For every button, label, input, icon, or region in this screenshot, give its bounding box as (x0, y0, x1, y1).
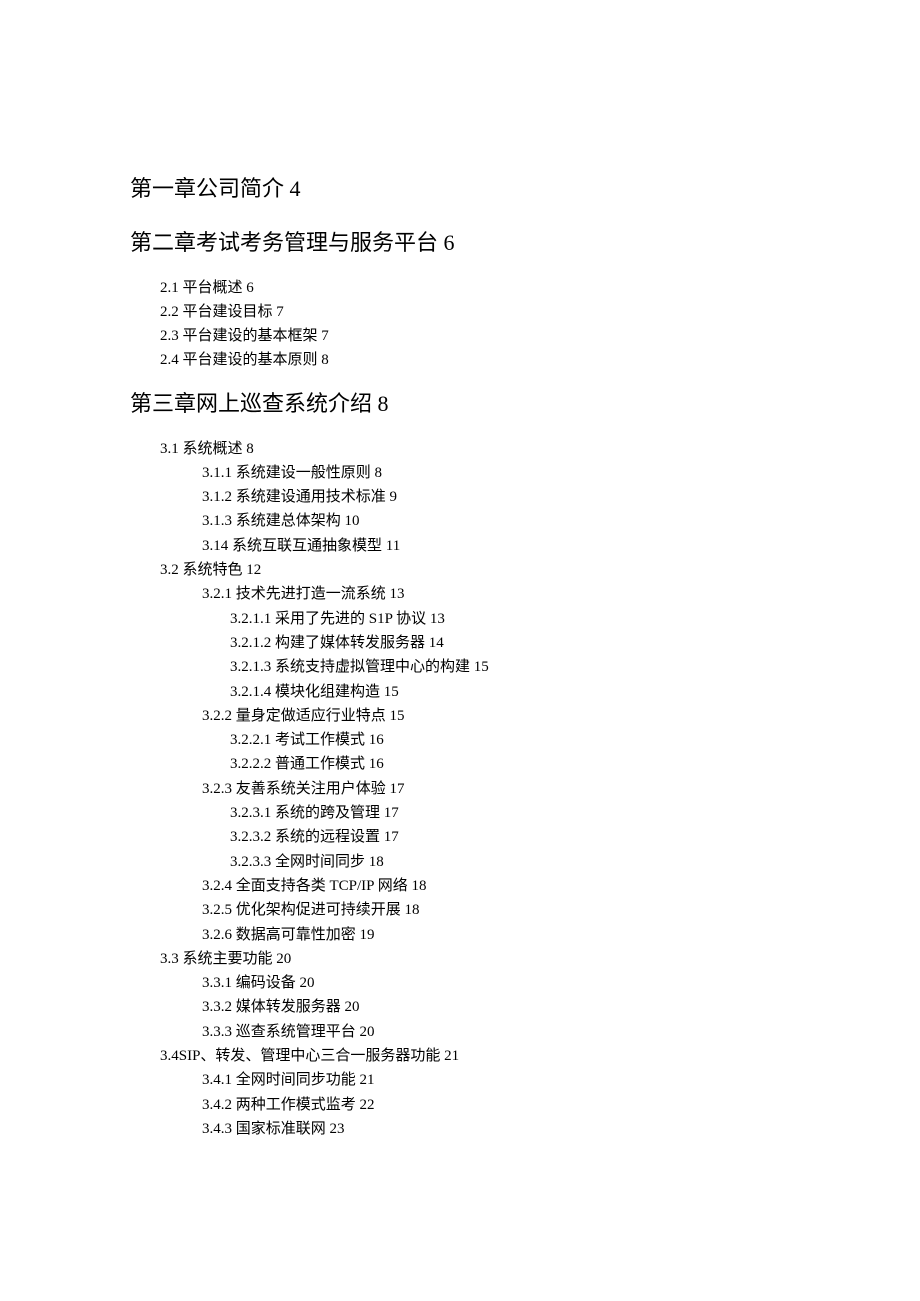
toc-item: 3.1.2 系统建设通用技术标准 9 (202, 485, 790, 509)
toc-item: 3.3.2 媒体转发服务器 20 (202, 995, 790, 1019)
chapter-block-2: 第二章考试考务管理与服务平台 6 2.1 平台概述 6 2.2 平台建设目标 7… (130, 222, 790, 373)
toc-item: 3.2.3.1 系统的跨及管理 17 (230, 801, 790, 825)
toc-item: 3.2.3.3 全网时间同步 18 (230, 850, 790, 874)
toc-item: 2.1 平台概述 6 (160, 276, 790, 300)
toc-item: 3.2.4 全面支持各类 TCP/IP 网络 18 (202, 874, 790, 898)
toc-item: 2.4 平台建设的基本原则 8 (160, 348, 790, 372)
toc-item: 3.2.1.4 模块化组建构造 15 (230, 680, 790, 704)
toc-item: 3.2 系统特色 12 (160, 558, 790, 582)
toc-item: 3.3.3 巡查系统管理平台 20 (202, 1020, 790, 1044)
toc-item: 3.3 系统主要功能 20 (160, 947, 790, 971)
chapter-heading: 第二章考试考务管理与服务平台 6 (130, 222, 790, 264)
toc-item: 2.2 平台建设目标 7 (160, 300, 790, 324)
toc-item: 3.2.6 数据高可靠性加密 19 (202, 923, 790, 947)
toc-item: 3.2.3.2 系统的远程设置 17 (230, 825, 790, 849)
toc-item: 3.2.2 量身定做适应行业特点 15 (202, 704, 790, 728)
toc-item: 3.1 系统概述 8 (160, 437, 790, 461)
toc-item: 3.2.2.2 普通工作模式 16 (230, 752, 790, 776)
chapter-block-1: 第一章公司简介 4 (130, 168, 790, 210)
toc-item: 3.2.3 友善系统关注用户体验 17 (202, 777, 790, 801)
toc-item: 3.4.2 两种工作模式监考 22 (202, 1093, 790, 1117)
toc-item: 3.4SIP、转发、管理中心三合一服务器功能 21 (160, 1044, 790, 1068)
chapter-heading: 第三章网上巡查系统介绍 8 (130, 383, 790, 425)
toc-item: 3.2.5 优化架构促进可持续开展 18 (202, 898, 790, 922)
chapter-block-3: 第三章网上巡查系统介绍 8 3.1 系统概述 8 3.1.1 系统建设一般性原则… (130, 383, 790, 1141)
toc-item: 3.3.1 编码设备 20 (202, 971, 790, 995)
toc-item: 3.1.1 系统建设一般性原则 8 (202, 461, 790, 485)
toc-item: 3.2.2.1 考试工作模式 16 (230, 728, 790, 752)
toc-page: 第一章公司简介 4 第二章考试考务管理与服务平台 6 2.1 平台概述 6 2.… (0, 0, 920, 1141)
toc-item: 3.14 系统互联互通抽象模型 11 (202, 534, 790, 558)
toc-item: 3.4.1 全网时间同步功能 21 (202, 1068, 790, 1092)
toc-item: 3.2.1.2 构建了媒体转发服务器 14 (230, 631, 790, 655)
toc-item: 2.3 平台建设的基本框架 7 (160, 324, 790, 348)
toc-item: 3.1.3 系统建总体架构 10 (202, 509, 790, 533)
toc-item: 3.2.1 技术先进打造一流系统 13 (202, 582, 790, 606)
toc-item: 3.2.1.1 采用了先进的 S1P 协议 13 (230, 607, 790, 631)
toc-item: 3.4.3 国家标准联网 23 (202, 1117, 790, 1141)
toc-item: 3.2.1.3 系统支持虚拟管理中心的构建 15 (230, 655, 790, 679)
chapter-heading: 第一章公司简介 4 (130, 168, 790, 210)
